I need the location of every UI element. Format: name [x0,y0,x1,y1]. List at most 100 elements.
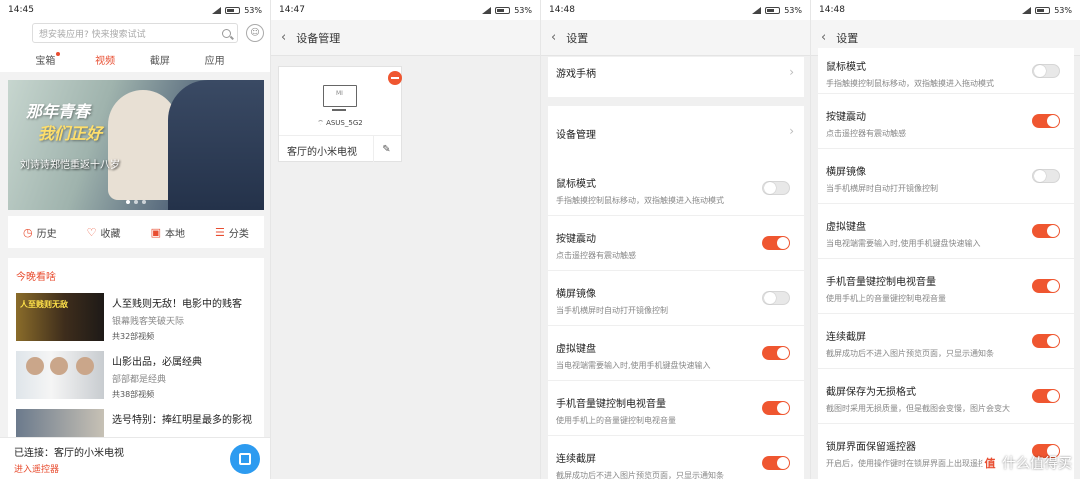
battery-level: 53% [514,5,532,15]
signal-icon [752,6,762,14]
tab-screenshot[interactable]: 截屏 [150,52,170,67]
setting-lossless-screenshot: 截屏保存为无损格式 截图时采用无损质量，但是截图会变慢，图片会变大 [818,369,1074,424]
setting-key-vibration: 按键震动 点击遥控器有震动触感 [548,216,804,271]
setting-title: 游戏手柄 [556,69,596,80]
signal-icon [482,6,492,14]
status-time: 14:48 [549,5,575,15]
virtual-keyboard-toggle[interactable] [762,346,790,360]
setting-key-vibration: 按键震动 点击遥控器有震动触感 [818,94,1074,149]
volume-keys-toggle[interactable] [762,401,790,415]
user-avatar-icon[interactable]: ☺ [246,24,264,42]
screen-settings-top: 14:48 53% ‹ 设置 游戏手柄 › 设备管理 › 鼠标模式 手指触摸控制鼠… [540,0,810,479]
setting-device-management[interactable]: 设备管理 › [548,106,804,161]
setting-virtual-keyboard: 虚拟键盘 当电视端需要输入时,使用手机键盘快速输入 [548,326,804,381]
item-subtitle: 银幕贱客笑破天际 [112,317,185,327]
device-name: 客厅的小米电视 [287,147,357,158]
setting-desc: 截屏成功后不进入图片预览页面，只显示通知条 [556,471,724,479]
setting-desc: 当电视端需要输入时,使用手机键盘快速输入 [826,239,981,248]
setting-desc: 当手机横屏时自动打开镜像控制 [826,184,938,193]
status-time: 14:47 [279,5,305,15]
remove-device-button[interactable] [388,71,402,85]
setting-desc: 点击遥控器有震动触感 [556,251,636,260]
enter-remote-link[interactable]: 进入遥控器 [14,462,256,475]
connection-bar[interactable]: 已连接：客厅的小米电视 进入遥控器 [0,437,270,479]
remote-fab-button[interactable] [230,444,260,474]
setting-desc: 使用手机上的音量键控制电视音量 [826,294,946,303]
top-tabs: 宝箱 视频 截屏 应用 [0,46,270,72]
folder-icon: ▣ [150,225,161,239]
tab-treasure-label: 宝箱 [35,55,56,67]
search-icon[interactable] [222,28,231,38]
status-time: 14:45 [8,5,34,15]
gamepad-card: 游戏手柄 › [548,57,804,97]
video-thumbnail: 人至贱则无敌 [16,293,104,341]
lossless-screenshot-toggle[interactable] [1032,389,1060,403]
battery-icon [225,6,241,14]
favorites-label: 收藏 [100,228,121,240]
setting-continuous-screenshot: 连续截屏 截屏成功后不进入图片预览页面，只显示通知条 [818,314,1074,369]
battery-level: 53% [1054,5,1072,15]
back-icon[interactable]: ‹ [281,30,286,45]
chevron-right-icon: › [789,124,794,138]
heart-icon: ♡ [86,225,97,239]
battery-icon [495,6,511,14]
page-title: 设置 [836,31,859,45]
wifi-name: ASUS_5G2 [326,119,363,127]
key-vibration-toggle[interactable] [762,236,790,250]
screen-settings-scrolled: 14:48 53% ‹ 设置 鼠标模式 手指触摸控制鼠标移动，双指触摸进入拖动模式… [810,0,1080,479]
banner-pager [8,200,264,204]
list-item[interactable]: 人至贱则无敌 人至贱则无敌！电影中的贱客 银幕贱客笑破天际 共32部视频 [8,293,264,351]
setting-mouse-mode: 鼠标模式 手指触摸控制鼠标移动，双指触摸进入拖动模式 [548,161,804,216]
tab-video[interactable]: 视频 [95,52,115,67]
signal-icon [1022,6,1032,14]
landscape-mirror-toggle[interactable] [762,291,790,305]
tab-treasure[interactable]: 宝箱 [35,51,61,67]
local-button[interactable]: ▣ 本地 [151,225,185,240]
setting-landscape-mirror: 横屏镜像 当手机横屏时自动打开镜像控制 [548,271,804,326]
setting-desc: 手指触摸控制鼠标移动，双指触摸进入拖动模式 [556,196,724,205]
thumbnail-text: 人至贱则无敌 [20,300,68,309]
favorites-button[interactable]: ♡ 收藏 [87,225,121,240]
page-header: ‹ 设备管理 [271,20,540,56]
edit-icon[interactable]: ✎ [373,136,399,162]
clock-icon: ◷ [23,225,33,239]
mouse-mode-toggle[interactable] [762,181,790,195]
section-title: 今晚看啥 [16,272,56,283]
setting-desc: 手指触摸控制鼠标移动，双指触摸进入拖动模式 [826,79,994,88]
featured-banner[interactable]: 那年青春 我们正好 刘诗诗郑恺重返十八岁 [8,80,264,210]
settings-list: 鼠标模式 手指触摸控制鼠标移动，双指触摸进入拖动模式 按键震动 点击遥控器有震动触感… [548,161,804,479]
battery-icon [765,6,781,14]
key-vibration-toggle[interactable] [1032,114,1060,128]
volume-keys-toggle[interactable] [1032,279,1060,293]
new-badge-dot [56,51,61,56]
list-item[interactable]: 山影出品，必属经典 部部都是经典 共38部视频 [8,351,264,409]
setting-volume-keys: 手机音量键控制电视音量 使用手机上的音量键控制电视音量 [818,259,1074,314]
page-header: ‹ 设置 [541,20,810,56]
setting-desc: 使用手机上的音量键控制电视音量 [556,416,676,425]
screen-device-management: 14:47 53% ‹ 设备管理 MI ⌔ ASUS_5G2 客厅的小米电视 ✎ [270,0,540,479]
back-icon[interactable]: ‹ [821,30,826,45]
screen-video-home: 14:45 53% 想安装应用? 快来搜索试试 ☺ 宝箱 视频 截屏 应用 那年… [0,0,270,479]
continuous-screenshot-toggle[interactable] [762,456,790,470]
quick-actions: ◷ 历史 ♡ 收藏 ▣ 本地 ☰ 分类 [8,216,264,248]
item-title: 山影出品，必属经典 [112,357,202,368]
virtual-keyboard-toggle[interactable] [1032,224,1060,238]
search-input[interactable]: 想安装应用? 快来搜索试试 [32,23,238,43]
battery-level: 53% [244,5,262,15]
device-card[interactable]: MI ⌔ ASUS_5G2 客厅的小米电视 ✎ [278,66,402,162]
local-label: 本地 [165,228,185,240]
mouse-mode-toggle[interactable] [1032,64,1060,78]
back-icon[interactable]: ‹ [551,30,556,45]
setting-virtual-keyboard: 虚拟键盘 当电视端需要输入时,使用手机键盘快速输入 [818,204,1074,259]
category-label: 分类 [228,228,249,240]
status-bar: 14:45 53% [0,0,270,20]
continuous-screenshot-toggle[interactable] [1032,334,1060,348]
connected-status: 已连接：客厅的小米电视 [14,448,124,459]
history-button[interactable]: ◷ 历史 [23,225,57,240]
setting-gamepad[interactable]: 游戏手柄 › [548,57,804,97]
category-button[interactable]: ☰ 分类 [215,225,249,240]
tab-apps[interactable]: 应用 [205,52,225,67]
banner-title-line1: 那年青春 [26,102,91,121]
banner-caption: 刘诗诗郑恺重返十八岁 [20,160,120,171]
landscape-mirror-toggle[interactable] [1032,169,1060,183]
